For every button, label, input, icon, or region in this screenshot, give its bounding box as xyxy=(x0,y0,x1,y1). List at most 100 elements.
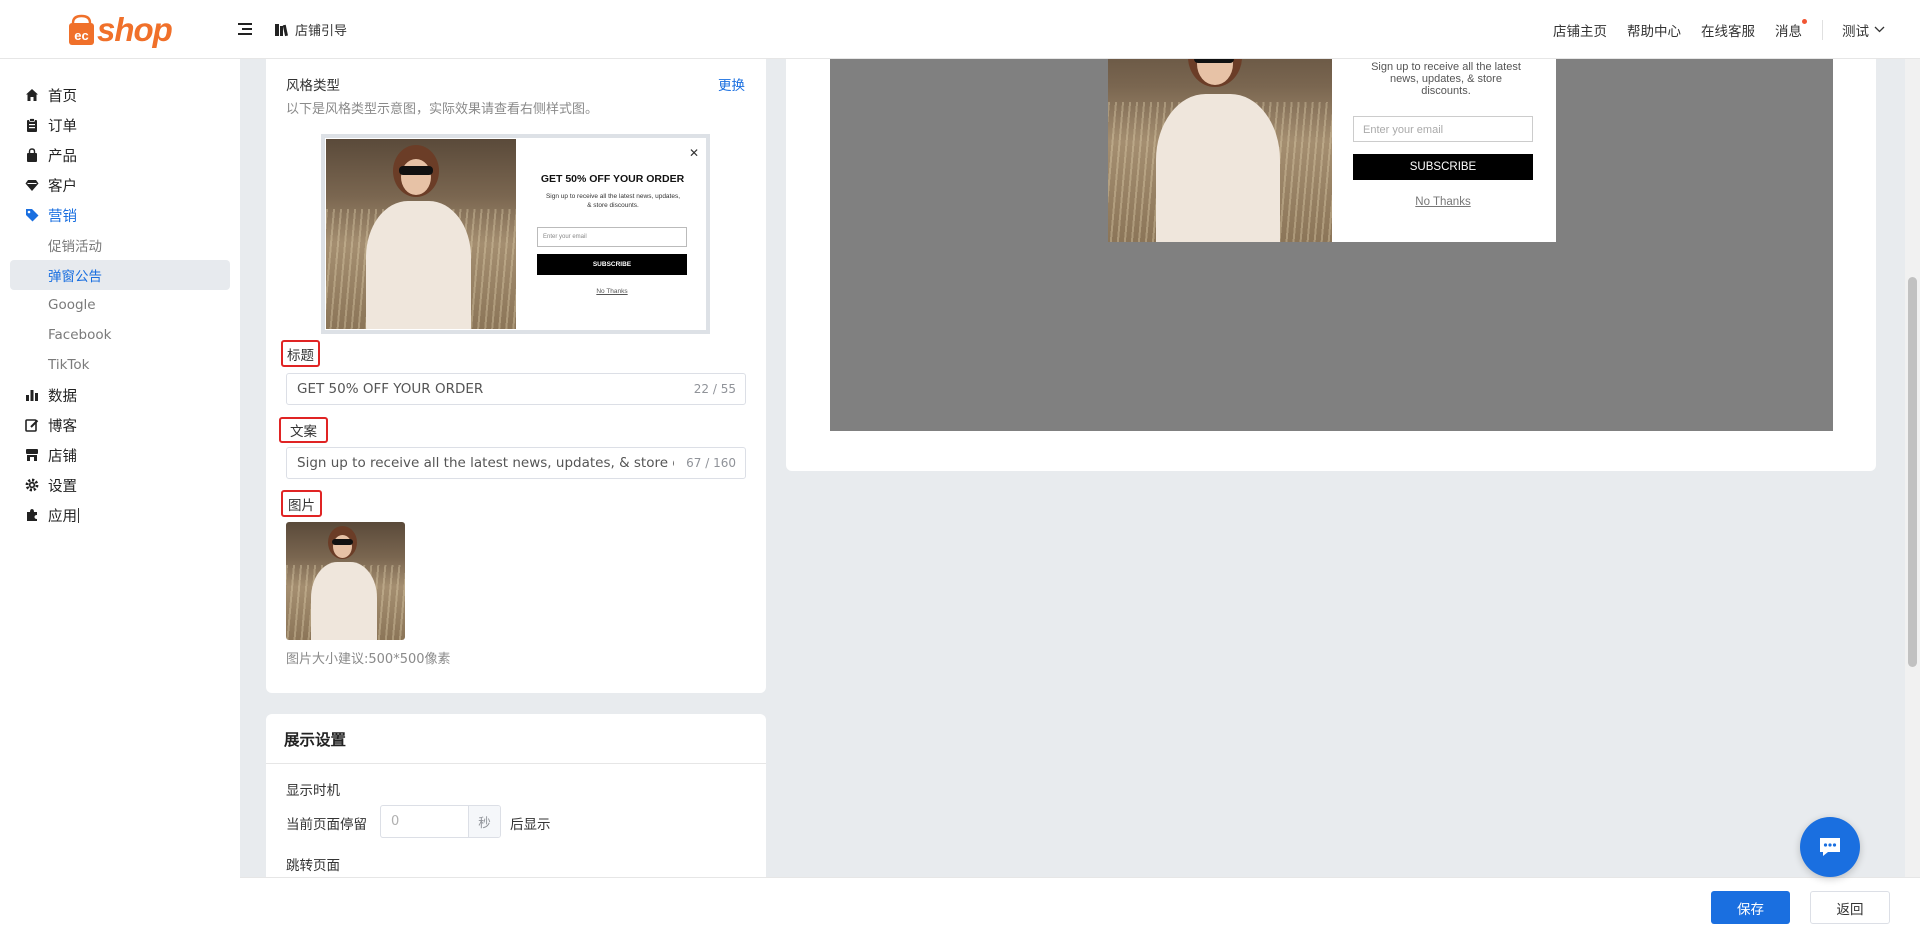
user-menu[interactable]: 测试 xyxy=(1842,20,1885,40)
sidebar-sub-promotions[interactable]: 促销活动 xyxy=(10,230,230,260)
preview-no-thanks: No Thanks xyxy=(1415,196,1471,208)
online-support-link[interactable]: 在线客服 xyxy=(1701,20,1755,40)
logo-text: shop xyxy=(97,11,173,48)
tag-icon xyxy=(25,208,39,222)
messages-link[interactable]: 消息 xyxy=(1775,18,1807,40)
style-hint: 以下是风格类型示意图，实际效果请查看右侧样式图。 xyxy=(286,102,599,117)
puzzle-icon xyxy=(25,508,39,522)
unread-dot xyxy=(1802,18,1807,24)
save-button[interactable]: 保存 xyxy=(1711,891,1790,924)
sidebar-sub-tiktok[interactable]: TikTok xyxy=(10,350,230,380)
home-icon xyxy=(25,88,39,102)
sidebar-item-home[interactable]: 首页 xyxy=(0,80,240,110)
copy-label: 文案 xyxy=(290,424,317,440)
diamond-icon xyxy=(25,178,39,192)
back-button[interactable]: 返回 xyxy=(1810,891,1890,924)
sidebar-item-label: 营销 xyxy=(48,208,77,225)
bar-chart-icon xyxy=(25,388,39,402)
image-size-hint: 图片大小建议:500*500像素 xyxy=(286,652,451,667)
menu-toggle-icon[interactable] xyxy=(237,21,253,37)
scrollbar-thumb[interactable] xyxy=(1908,277,1917,667)
sidebar-item-label: 博客 xyxy=(48,418,77,435)
store-guide-label: 店铺引导 xyxy=(295,24,348,39)
sidebar-item-products[interactable]: 产品 xyxy=(0,140,240,170)
svg-text:ec: ec xyxy=(74,28,88,43)
sidebar-sub-popup[interactable]: 弹窗公告 xyxy=(10,260,230,290)
copy-input[interactable]: Sign up to receive all the latest news, … xyxy=(286,447,746,479)
preview-photo xyxy=(1108,59,1332,242)
help-center-link[interactable]: 帮助中心 xyxy=(1627,20,1681,40)
bag-icon xyxy=(25,148,39,162)
sidebar-item-data[interactable]: 数据 xyxy=(0,380,240,410)
text-cursor xyxy=(78,507,79,523)
style-thumbnail: ✕ GET 50% OFF YOUR ORDER Sign up to rece… xyxy=(321,134,710,334)
stay-seconds-input[interactable]: 0 秒 xyxy=(380,805,501,838)
action-footer: 保存 返回 xyxy=(240,877,1920,937)
thumbnail-no-thanks: No Thanks xyxy=(596,288,628,295)
display-settings-title: 展示设置 xyxy=(284,731,347,749)
sidebar-item-label: 首页 xyxy=(48,88,77,105)
sidebar-item-label: 订单 xyxy=(48,118,77,135)
sidebar-item-store[interactable]: 店铺 xyxy=(0,440,240,470)
page-scrollbar[interactable] xyxy=(1905,59,1920,877)
sidebar-item-blog[interactable]: 博客 xyxy=(0,410,240,440)
title-input[interactable]: GET 50% OFF YOUR ORDER 22 / 55 xyxy=(286,373,746,405)
thumbnail-title: GET 50% OFF YOUR ORDER xyxy=(540,173,685,185)
gear-icon xyxy=(25,478,39,492)
change-style-link[interactable]: 更换 xyxy=(718,74,745,94)
sidebar-item-label: 客户 xyxy=(48,178,77,195)
close-icon: ✕ xyxy=(688,146,699,160)
top-header: ec shop 店铺引导 店铺主页 帮助中心 在线客服 消息 测试 xyxy=(0,0,1920,59)
edit-icon xyxy=(25,418,39,432)
book-icon xyxy=(275,23,288,36)
shopping-bag-logo-icon: ec xyxy=(67,13,96,47)
sidebar-item-apps[interactable]: 应用 xyxy=(0,500,240,530)
image-label: 图片 xyxy=(288,497,315,514)
title-label: 标题 xyxy=(287,347,314,364)
title-label-highlight: 标题 xyxy=(281,340,320,367)
top-links: 店铺主页 帮助中心 在线客服 消息 测试 xyxy=(1553,0,1920,59)
store-home-link[interactable]: 店铺主页 xyxy=(1553,20,1607,40)
sidebar-sub-google[interactable]: Google xyxy=(10,290,230,320)
sidebar: 首页 订单 产品 客户 营销 促销活动 弹窗公告 Google Facebook… xyxy=(0,59,240,937)
header-divider xyxy=(1822,19,1823,40)
store-guide-link[interactable]: 店铺引导 xyxy=(274,20,347,39)
title-char-count: 22 / 55 xyxy=(693,382,736,396)
store-icon xyxy=(25,448,39,462)
chat-button[interactable] xyxy=(1800,817,1860,877)
messages-label: 消息 xyxy=(1775,23,1802,40)
user-name: 测试 xyxy=(1842,23,1869,40)
sidebar-item-label: 产品 xyxy=(48,148,77,165)
chevron-down-icon xyxy=(1874,26,1885,33)
preview-subscribe-button: SUBSCRIBE xyxy=(1353,154,1533,180)
popup-image-upload[interactable] xyxy=(286,522,405,640)
sidebar-item-label: 设置 xyxy=(48,478,77,495)
sidebar-sub-facebook[interactable]: Facebook xyxy=(10,320,230,350)
after-display-label: 后显示 xyxy=(510,817,551,833)
copy-label-highlight: 文案 xyxy=(279,417,328,443)
preview-email-input: Enter your email xyxy=(1353,116,1533,142)
preview-text: Sign up to receive all the latest news, … xyxy=(1371,61,1521,97)
copy-char-count: 67 / 160 xyxy=(686,456,736,470)
thumbnail-photo xyxy=(326,139,516,329)
display-timing-label: 显示时机 xyxy=(286,783,340,799)
sidebar-item-customers[interactable]: 客户 xyxy=(0,170,240,200)
sidebar-item-label: 数据 xyxy=(48,388,77,405)
logo[interactable]: ec shop xyxy=(67,10,173,50)
sidebar-item-settings[interactable]: 设置 xyxy=(0,470,240,500)
image-label-highlight: 图片 xyxy=(281,490,322,517)
copy-input-value: Sign up to receive all the latest news, … xyxy=(297,455,675,471)
sidebar-item-orders[interactable]: 订单 xyxy=(0,110,240,140)
sidebar-item-marketing[interactable]: 营销 xyxy=(0,200,240,230)
thumbnail-subscribe-button: SUBSCRIBE xyxy=(537,254,687,275)
thumbnail-email-input: Enter your email xyxy=(537,227,687,247)
thumbnail-text: Sign up to receive all the latest news, … xyxy=(545,193,681,209)
sidebar-item-label: 应用 xyxy=(48,508,77,525)
chat-bubble-icon xyxy=(1820,838,1840,856)
style-type-label: 风格类型 xyxy=(286,78,340,94)
seconds-unit: 秒 xyxy=(468,806,500,837)
stay-seconds-value: 0 xyxy=(391,814,400,829)
title-input-value: GET 50% OFF YOUR ORDER xyxy=(297,381,484,397)
preview-popup: Sign up to receive all the latest news, … xyxy=(1108,59,1556,242)
redirect-page-label: 跳转页面 xyxy=(286,858,340,874)
